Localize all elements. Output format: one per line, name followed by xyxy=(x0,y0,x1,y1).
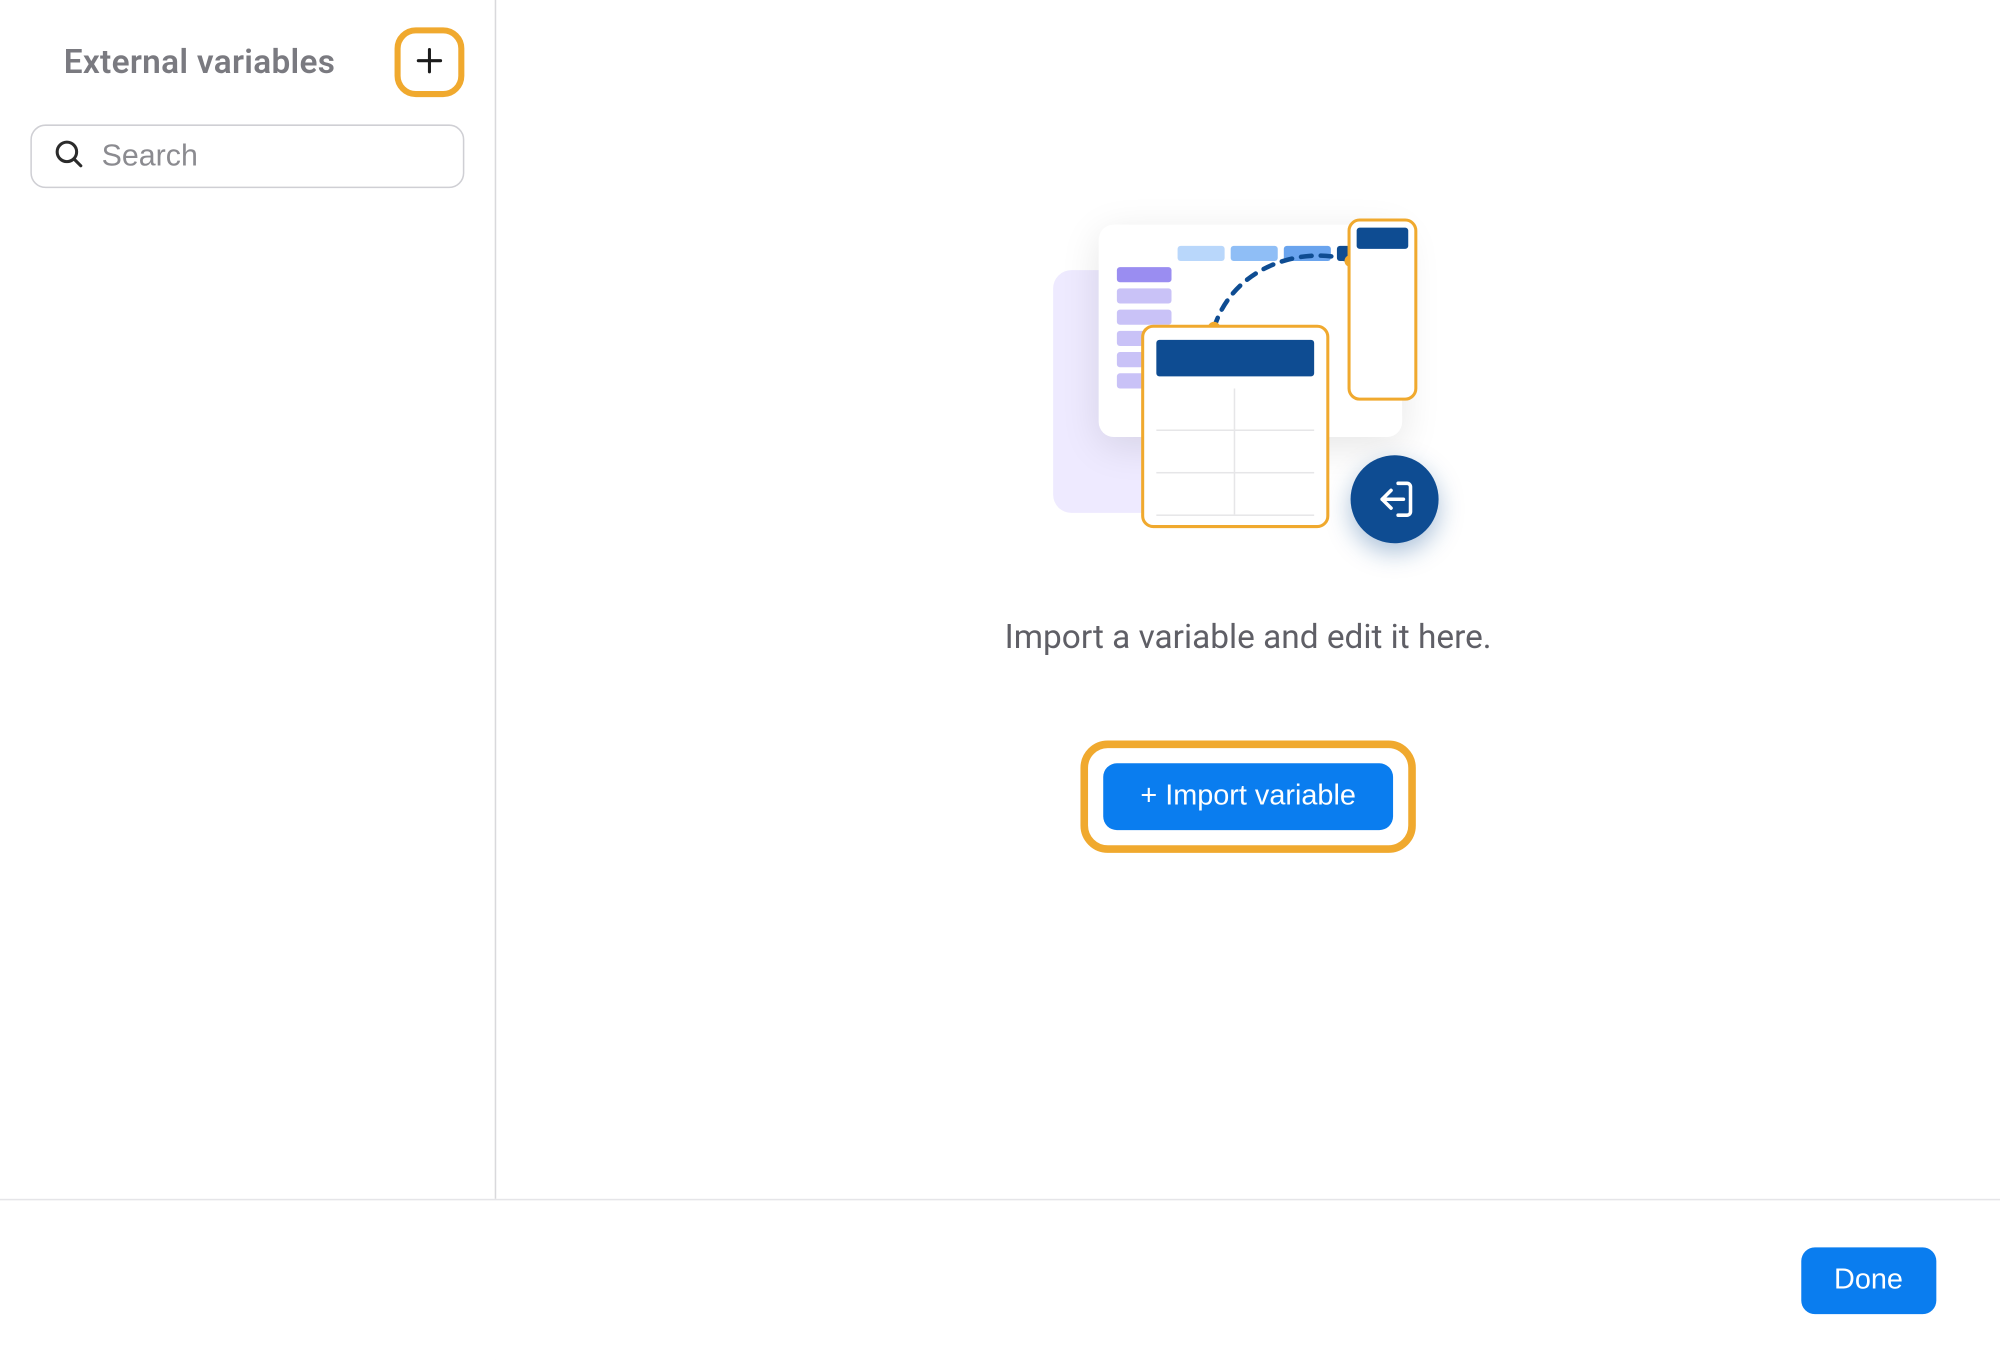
external-variables-window: External variables xyxy=(0,0,2000,1360)
done-button-label: Done xyxy=(1834,1263,1903,1295)
search-icon xyxy=(52,137,85,176)
import-button-label: + Import variable xyxy=(1140,780,1356,813)
search-input[interactable] xyxy=(30,124,464,188)
sidebar: External variables xyxy=(0,0,496,1360)
sidebar-title: External variables xyxy=(64,43,336,81)
import-illustration xyxy=(1052,209,1444,558)
add-variable-button[interactable] xyxy=(404,36,456,88)
main-content: Import a variable and edit it here. + Im… xyxy=(496,0,2000,1199)
sidebar-header: External variables xyxy=(30,27,464,97)
done-button[interactable]: Done xyxy=(1801,1247,1937,1314)
plus-icon xyxy=(413,43,446,81)
import-variable-button[interactable]: + Import variable xyxy=(1104,763,1392,830)
import-button-highlight: + Import variable xyxy=(1081,741,1415,853)
add-button-highlight xyxy=(395,27,465,97)
footer: Done xyxy=(0,1199,2000,1360)
search-field xyxy=(30,124,464,188)
import-icon xyxy=(1350,455,1438,543)
empty-state: Import a variable and edit it here. + Im… xyxy=(1005,209,1492,852)
empty-state-text: Import a variable and edit it here. xyxy=(1005,619,1492,657)
